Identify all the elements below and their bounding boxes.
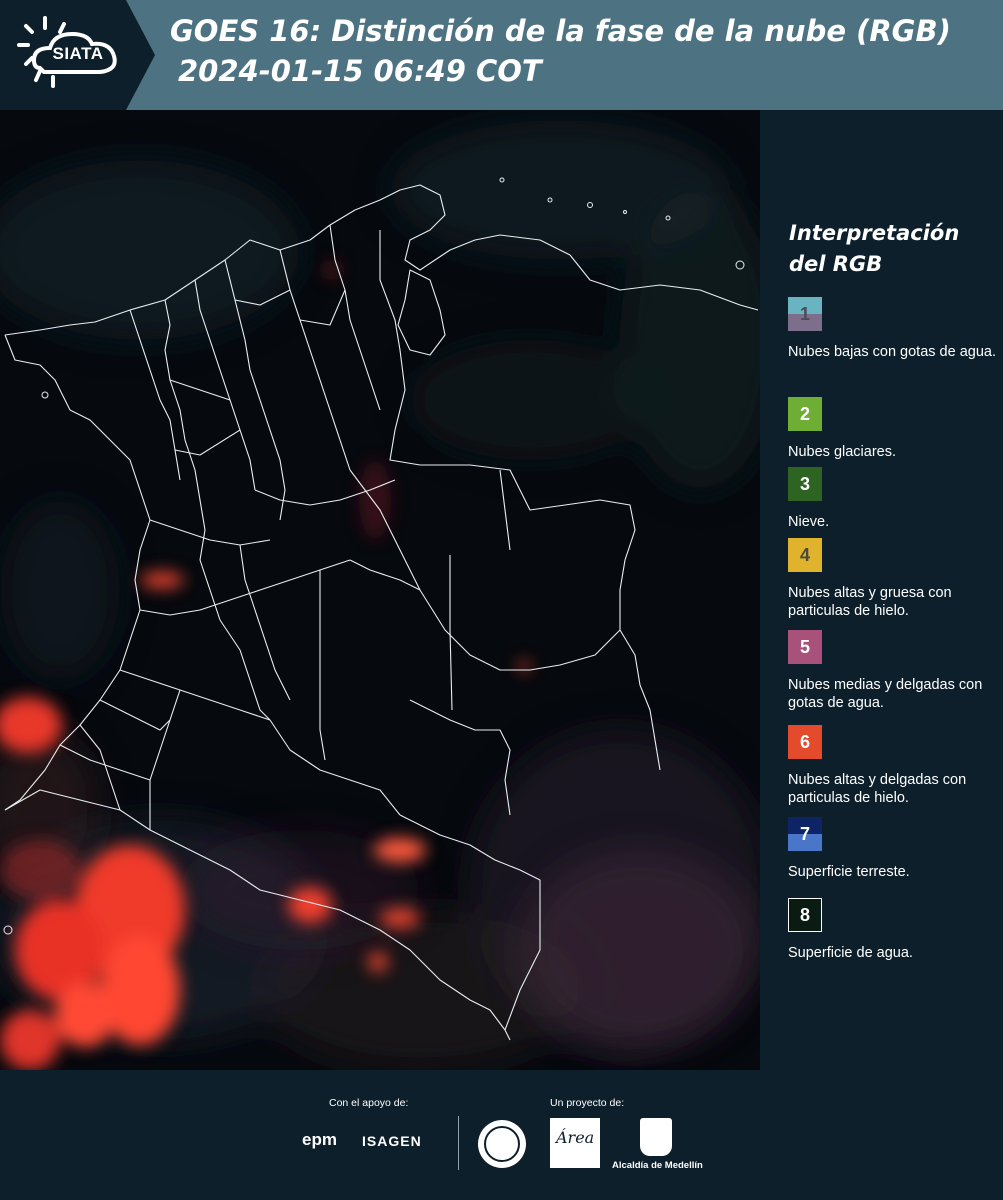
area-metropolitana-logo: Área (550, 1118, 600, 1168)
alcaldia-shield-icon (640, 1118, 672, 1156)
page-timestamp: 2024-01-15 06:49 COT (178, 54, 542, 88)
legend-panel: Interpretación del RGB 1 Nubes bajas con … (760, 110, 1003, 1070)
legend-swatch: 5 (788, 630, 822, 664)
medellin-seal-logo (478, 1120, 526, 1168)
siata-logo: SIATA (0, 0, 155, 110)
footer: Con el apoyo de: Un proyecto de: epm ISA… (0, 1070, 1003, 1200)
legend-number: 8 (799, 904, 810, 925)
legend-swatch: 7 (788, 817, 822, 851)
legend-label: Nubes medias y delgadas con gotas de agu… (788, 677, 983, 711)
satellite-map (0, 110, 760, 1070)
legend-title-line1: Interpretación (789, 221, 960, 245)
legend-label: Superficie de agua. (788, 945, 913, 961)
legend-number: 3 (799, 473, 810, 494)
legend-number: 1 (799, 303, 810, 324)
alcaldia-label: Alcaldía de Medellín (612, 1160, 703, 1171)
isagen-logo: ISAGEN (362, 1133, 422, 1149)
siata-logo-text: SIATA (52, 44, 104, 63)
legend-number: 4 (799, 544, 810, 565)
legend-number: 7 (799, 823, 810, 844)
legend-title: Interpretación del RGB (789, 218, 989, 280)
page-title: GOES 16: Distinción de la fase de la nub… (170, 14, 951, 48)
legend-label: Nubes glaciares. (788, 444, 896, 460)
legend-label: Nubes altas y gruesa con particulas de h… (788, 585, 952, 619)
legend-swatch: 1 (788, 297, 822, 331)
legend-label: Nubes bajas con gotas de agua. (788, 344, 996, 360)
legend-title-line2: del RGB (789, 252, 883, 276)
header-bar: SIATA GOES 16: Distinción de la fase de … (0, 0, 1003, 110)
legend-swatch: 2 (788, 397, 822, 431)
epm-logo: epm (302, 1130, 337, 1149)
legend-label: Nubes altas y delgadas con particulas de… (788, 772, 967, 806)
footer-divider (458, 1116, 459, 1170)
support-label: Con el apoyo de: (329, 1097, 409, 1109)
legend-swatch: 8 (788, 898, 822, 932)
area-metropolitana-text: Área (556, 1128, 595, 1147)
project-label: Un proyecto de: (550, 1097, 625, 1109)
legend-swatch: 6 (788, 725, 822, 759)
legend-swatch: 4 (788, 538, 822, 572)
legend-number: 6 (799, 731, 810, 752)
legend-number: 5 (799, 636, 810, 657)
legend-label: Nieve. (788, 514, 830, 530)
legend-label: Superficie terreste. (788, 864, 910, 880)
legend-swatch: 3 (788, 467, 822, 501)
legend-number: 2 (799, 403, 810, 424)
